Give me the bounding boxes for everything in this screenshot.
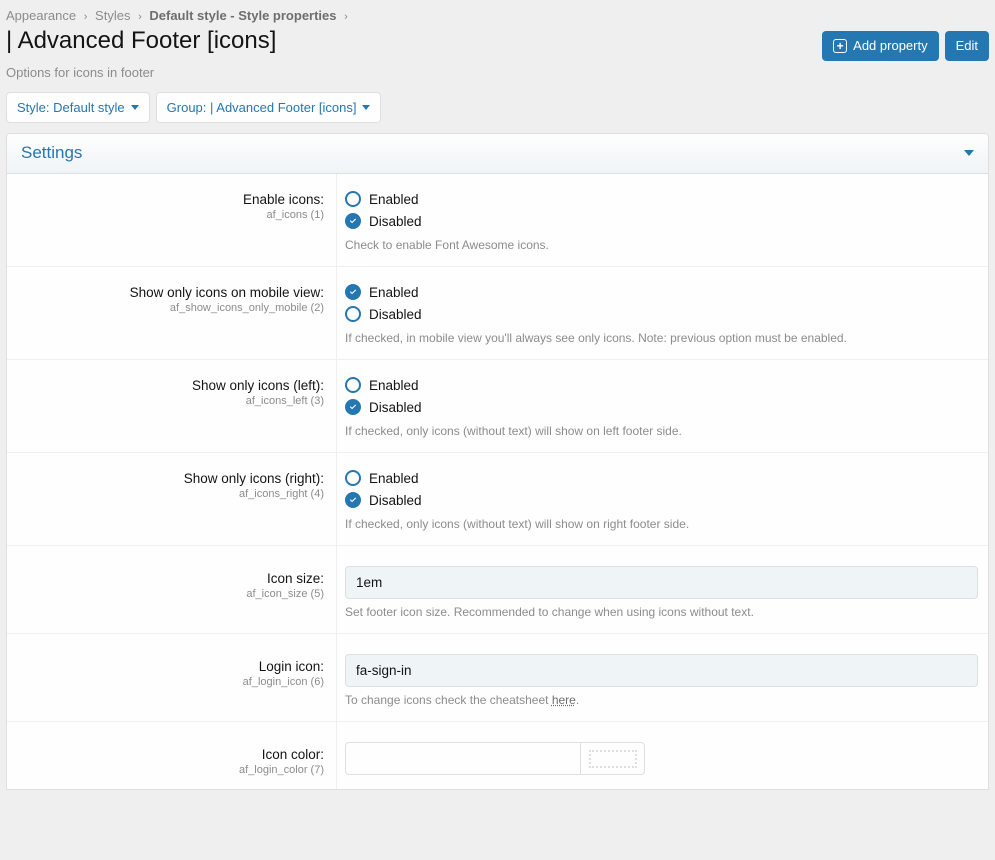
swatch-placeholder-icon xyxy=(589,750,637,768)
field-hint: af_login_icon (6) xyxy=(17,676,324,688)
radio-label: Disabled xyxy=(369,400,422,415)
option-enabled[interactable]: Enabled xyxy=(345,467,978,489)
option-enabled[interactable]: Enabled xyxy=(345,281,978,303)
text-input[interactable] xyxy=(345,654,978,687)
cheatsheet-link[interactable]: here xyxy=(552,693,576,707)
field-description: Check to enable Font Awesome icons. xyxy=(345,238,978,252)
field-label: Icon size: af_icon_size (5) xyxy=(7,546,337,633)
field-description: To change icons check the cheatsheet her… xyxy=(345,693,978,707)
field-description: If checked, in mobile view you'll always… xyxy=(345,331,978,345)
field-description: If checked, only icons (without text) wi… xyxy=(345,517,978,531)
field-value: Set footer icon size. Recommended to cha… xyxy=(337,546,988,633)
field-hint: af_login_color (7) xyxy=(17,764,324,776)
field-value: Enabled Disabled Check to enable Font Aw… xyxy=(337,174,988,266)
form-row: Enable icons: af_icons (1) Enabled Disab… xyxy=(7,174,988,267)
radio-label: Disabled xyxy=(369,493,422,508)
option-disabled[interactable]: Disabled xyxy=(345,489,978,511)
form-row: Icon size: af_icon_size (5) Set footer i… xyxy=(7,546,988,634)
radio-label: Enabled xyxy=(369,192,419,207)
option-disabled[interactable]: Disabled xyxy=(345,396,978,418)
caret-down-icon xyxy=(362,105,370,110)
plus-square-icon: + xyxy=(833,39,847,53)
option-disabled[interactable]: Disabled xyxy=(345,303,978,325)
breadcrumb-item[interactable]: Appearance xyxy=(6,8,76,23)
field-hint: af_icons_left (3) xyxy=(17,395,324,407)
radio-checked-icon xyxy=(345,492,361,508)
settings-panel: Settings Enable icons: af_icons (1) Enab… xyxy=(6,133,989,790)
field-label: Show only icons on mobile view: af_show_… xyxy=(7,267,337,359)
field-value: To change icons check the cheatsheet her… xyxy=(337,634,988,721)
caret-down-icon xyxy=(964,150,974,156)
radio-label: Enabled xyxy=(369,285,419,300)
radio-label: Disabled xyxy=(369,214,422,229)
field-label: Login icon: af_login_icon (6) xyxy=(7,634,337,721)
radio-label: Enabled xyxy=(369,471,419,486)
page-subtitle: Options for icons in footer xyxy=(0,61,995,92)
chevron-right-icon: › xyxy=(84,11,88,23)
field-hint: af_icons_right (4) xyxy=(17,488,324,500)
field-description: If checked, only icons (without text) wi… xyxy=(345,424,978,438)
radio-unchecked-icon xyxy=(345,470,361,486)
form-row: Show only icons (right): af_icons_right … xyxy=(7,453,988,546)
field-hint: af_icons (1) xyxy=(17,209,324,221)
field-hint: af_icon_size (5) xyxy=(17,588,324,600)
option-enabled[interactable]: Enabled xyxy=(345,188,978,210)
field-description: Set footer icon size. Recommended to cha… xyxy=(345,605,978,619)
breadcrumb: Appearance › Styles › Default style - St… xyxy=(0,0,995,29)
radio-unchecked-icon xyxy=(345,191,361,207)
radio-label: Enabled xyxy=(369,378,419,393)
radio-checked-icon xyxy=(345,284,361,300)
form-row: Show only icons on mobile view: af_show_… xyxy=(7,267,988,360)
style-selector[interactable]: Style: Default style xyxy=(6,92,150,123)
radio-label: Disabled xyxy=(369,307,422,322)
chevron-right-icon: › xyxy=(138,11,142,23)
field-label: Show only icons (right): af_icons_right … xyxy=(7,453,337,545)
page-title: | Advanced Footer [icons] xyxy=(6,27,276,55)
form-row: Show only icons (left): af_icons_left (3… xyxy=(7,360,988,453)
color-swatch[interactable] xyxy=(581,742,645,775)
field-value: Enabled Disabled If checked, only icons … xyxy=(337,453,988,545)
radio-checked-icon xyxy=(345,213,361,229)
form-row: Icon color: af_login_color (7) xyxy=(7,722,988,789)
color-input[interactable] xyxy=(345,742,581,775)
field-value: Enabled Disabled If checked, only icons … xyxy=(337,360,988,452)
panel-title: Settings xyxy=(21,143,82,163)
radio-unchecked-icon xyxy=(345,377,361,393)
radio-unchecked-icon xyxy=(345,306,361,322)
field-hint: af_show_icons_only_mobile (2) xyxy=(17,302,324,314)
caret-down-icon xyxy=(131,105,139,110)
chevron-right-icon: › xyxy=(344,11,348,23)
field-value: Enabled Disabled If checked, in mobile v… xyxy=(337,267,988,359)
field-label: Show only icons (left): af_icons_left (3… xyxy=(7,360,337,452)
field-label: Enable icons: af_icons (1) xyxy=(7,174,337,266)
option-enabled[interactable]: Enabled xyxy=(345,374,978,396)
radio-checked-icon xyxy=(345,399,361,415)
breadcrumb-item[interactable]: Styles xyxy=(95,8,130,23)
text-input[interactable] xyxy=(345,566,978,599)
field-label: Icon color: af_login_color (7) xyxy=(7,722,337,789)
add-property-button[interactable]: + Add property xyxy=(822,31,938,61)
settings-panel-header[interactable]: Settings xyxy=(7,134,988,174)
field-value xyxy=(337,722,988,789)
option-disabled[interactable]: Disabled xyxy=(345,210,978,232)
group-selector[interactable]: Group: | Advanced Footer [icons] xyxy=(156,92,382,123)
form-row: Login icon: af_login_icon (6) To change … xyxy=(7,634,988,722)
breadcrumb-item-current: Default style - Style properties xyxy=(149,8,340,23)
edit-button[interactable]: Edit xyxy=(945,31,989,61)
